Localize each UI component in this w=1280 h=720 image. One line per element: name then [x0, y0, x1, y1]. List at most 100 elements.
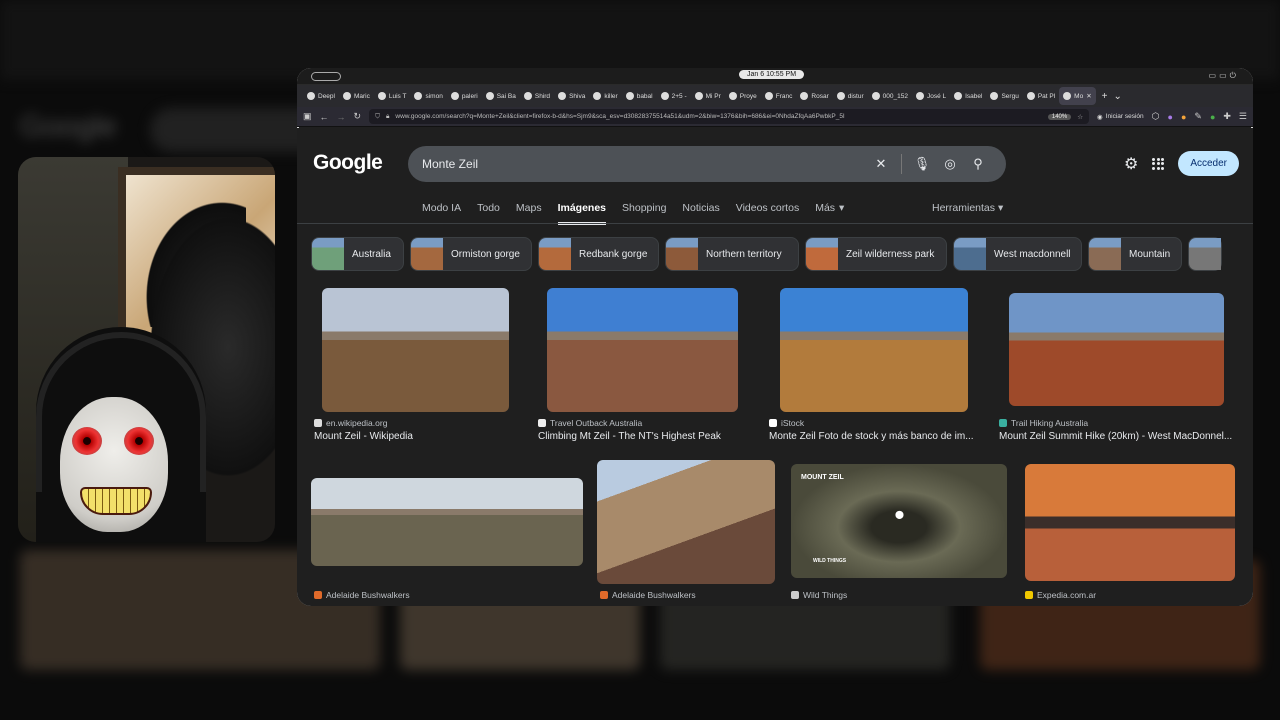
browser-tab[interactable]: simon — [410, 87, 446, 105]
acceder-button[interactable]: Acceder — [1178, 151, 1239, 176]
browser-tab[interactable]: Rosar — [796, 87, 832, 105]
chip-thumbnail — [666, 238, 698, 270]
extension-icon-2[interactable]: ● — [1168, 112, 1173, 122]
search-tab[interactable]: Modo IA — [422, 202, 461, 225]
browser-tab[interactable]: Mi Pr — [691, 87, 725, 105]
new-tab-icon[interactable]: + — [1102, 91, 1108, 102]
result-source-label: Adelaide Bushwalkers — [612, 590, 696, 600]
browser-tab[interactable]: paleri — [447, 87, 482, 105]
lens-icon[interactable]: ◎ — [936, 156, 964, 172]
extension-icon-4[interactable]: ✎ — [1194, 111, 1202, 122]
sidebar-icon[interactable]: ▣ — [303, 111, 312, 122]
browser-tab[interactable]: Maric — [339, 87, 374, 105]
result-thumbnail[interactable] — [1025, 464, 1235, 581]
site-icon — [600, 591, 608, 599]
url-field[interactable]: ⛉ 🔒︎ www.google.com/search?q=Monte+Zeil&… — [369, 109, 1090, 124]
result-source[interactable]: Wild Things — [791, 590, 847, 600]
bookmark-star-icon[interactable]: ☆ — [1077, 113, 1083, 121]
result-source[interactable]: Expedia.com.ar — [1025, 590, 1096, 600]
browser-tab[interactable]: Franc — [761, 87, 797, 105]
back-icon[interactable]: ← — [320, 112, 329, 122]
search-tab[interactable]: Maps — [516, 202, 542, 225]
extension-icon[interactable]: ⬡ — [1152, 111, 1160, 122]
tab-favicon-icon — [307, 92, 315, 100]
result-thumbnail[interactable]: MOUNT ZEIL ⬤ WILD THINGS — [791, 464, 1007, 578]
browser-tab[interactable]: Deepl — [303, 87, 339, 105]
browser-tab[interactable]: Sergu — [986, 87, 1022, 105]
google-logo[interactable]: Google — [313, 151, 383, 175]
search-tab[interactable]: Noticias — [682, 202, 719, 225]
related-chip[interactable]: Northern territory — [665, 237, 799, 271]
result-source[interactable]: Travel Outback Australia — [538, 418, 642, 428]
extension-icon-3[interactable]: ● — [1181, 112, 1186, 122]
tab-label: Maric — [353, 92, 370, 100]
result-thumbnail[interactable] — [1009, 293, 1224, 406]
search-tab[interactable]: Todo — [477, 202, 500, 225]
browser-tab[interactable]: Luis T — [374, 87, 411, 105]
result-title[interactable]: Monte Zeil Foto de stock y más banco de … — [769, 431, 1005, 442]
browser-tab[interactable]: 2+5 - — [657, 87, 691, 105]
activities-indicator[interactable] — [311, 72, 341, 81]
menu-icon[interactable]: ☰ — [1239, 111, 1247, 122]
browser-tab[interactable]: José L — [912, 87, 950, 105]
browser-tab[interactable]: distur — [833, 87, 868, 105]
forward-icon[interactable]: → — [337, 112, 346, 122]
result-thumbnail[interactable] — [322, 288, 509, 412]
result-thumbnail[interactable] — [311, 478, 583, 566]
tab-close-icon[interactable]: ✕ — [1086, 92, 1091, 100]
clear-icon[interactable]: ✕ — [867, 156, 895, 172]
result-thumbnail[interactable] — [780, 288, 968, 412]
search-box[interactable]: Monte Zeil ✕ 🎙︎ ◎ ⚲ — [408, 146, 1006, 182]
search-tab[interactable]: Shopping — [622, 202, 666, 225]
browser-tab[interactable]: Mo ✕ — [1059, 87, 1096, 105]
result-source[interactable]: Adelaide Bushwalkers — [314, 590, 410, 600]
microphone-icon[interactable]: 🎙︎ — [908, 156, 936, 172]
chip-label: Redbank gorge — [579, 248, 648, 260]
result-source[interactable]: Trail Hiking Australia — [999, 418, 1088, 428]
search-tab[interactable]: Videos cortos — [736, 202, 799, 225]
browser-tab[interactable]: Sai Ba — [482, 87, 520, 105]
related-chip[interactable]: Mountain — [1088, 237, 1182, 271]
browser-tab[interactable]: Pat Pl — [1023, 87, 1059, 105]
result-title[interactable]: Climbing Mt Zeil - The NT's Highest Peak — [538, 431, 774, 442]
result-source[interactable]: Adelaide Bushwalkers — [600, 590, 696, 600]
result-title[interactable]: Mount Zeil - Wikipedia — [314, 431, 550, 442]
related-chip[interactable]: West macdonnell — [953, 237, 1082, 271]
browser-tab[interactable]: Proye — [725, 87, 761, 105]
related-chip[interactable] — [1188, 237, 1222, 271]
result-thumbnail[interactable] — [547, 288, 738, 412]
search-tab[interactable]: Imágenes — [557, 202, 607, 225]
result-source-label: iStock — [781, 418, 805, 428]
browser-tab[interactable]: Shiva — [554, 87, 589, 105]
tab-label: 000_152 — [882, 92, 908, 100]
related-chip[interactable]: Redbank gorge — [538, 237, 659, 271]
apps-grid-icon[interactable] — [1152, 157, 1165, 170]
search-input[interactable]: Monte Zeil — [422, 157, 867, 171]
result-thumbnail[interactable] — [597, 460, 775, 584]
browser-tab[interactable]: 000_152 — [868, 87, 912, 105]
result-source[interactable]: en.wikipedia.org — [314, 418, 387, 428]
system-clock[interactable]: Jan 6 10:55 PM — [739, 70, 805, 79]
extensions-puzzle-icon[interactable]: ✚ — [1223, 111, 1231, 122]
browser-tab[interactable]: babal — [622, 87, 657, 105]
search-icon[interactable]: ⚲ — [964, 156, 992, 172]
related-chip[interactable]: Ormiston gorge — [410, 237, 532, 271]
tab-list-icon[interactable]: ⌄ — [1114, 91, 1122, 102]
result-source[interactable]: iStock — [769, 418, 804, 428]
related-chip[interactable]: Australia — [311, 237, 404, 271]
browser-tab[interactable]: Isabel — [950, 87, 986, 105]
system-tray[interactable]: ▭▭⏻ — [1209, 71, 1239, 81]
browser-tab[interactable]: killer — [589, 87, 621, 105]
zoom-badge[interactable]: 140% — [1047, 113, 1072, 120]
related-chip[interactable]: Zeil wilderness park — [805, 237, 947, 271]
result-title[interactable]: Mount Zeil Summit Hike (20km) - West Mac… — [999, 431, 1235, 442]
search-tab[interactable]: Más — [815, 202, 835, 225]
reload-icon[interactable]: ↻ — [354, 111, 362, 122]
trail-icon — [999, 419, 1007, 427]
tools-menu[interactable]: Herramientas ▾ — [932, 202, 1003, 214]
signin-button[interactable]: ◉ Iniciar sesión — [1097, 113, 1144, 121]
browser-tab[interactable]: Shird — [520, 87, 554, 105]
extension-icon-5[interactable]: ● — [1210, 112, 1215, 122]
tab-label: simon — [425, 92, 443, 100]
settings-gear-icon[interactable]: ⚙ — [1124, 154, 1138, 174]
